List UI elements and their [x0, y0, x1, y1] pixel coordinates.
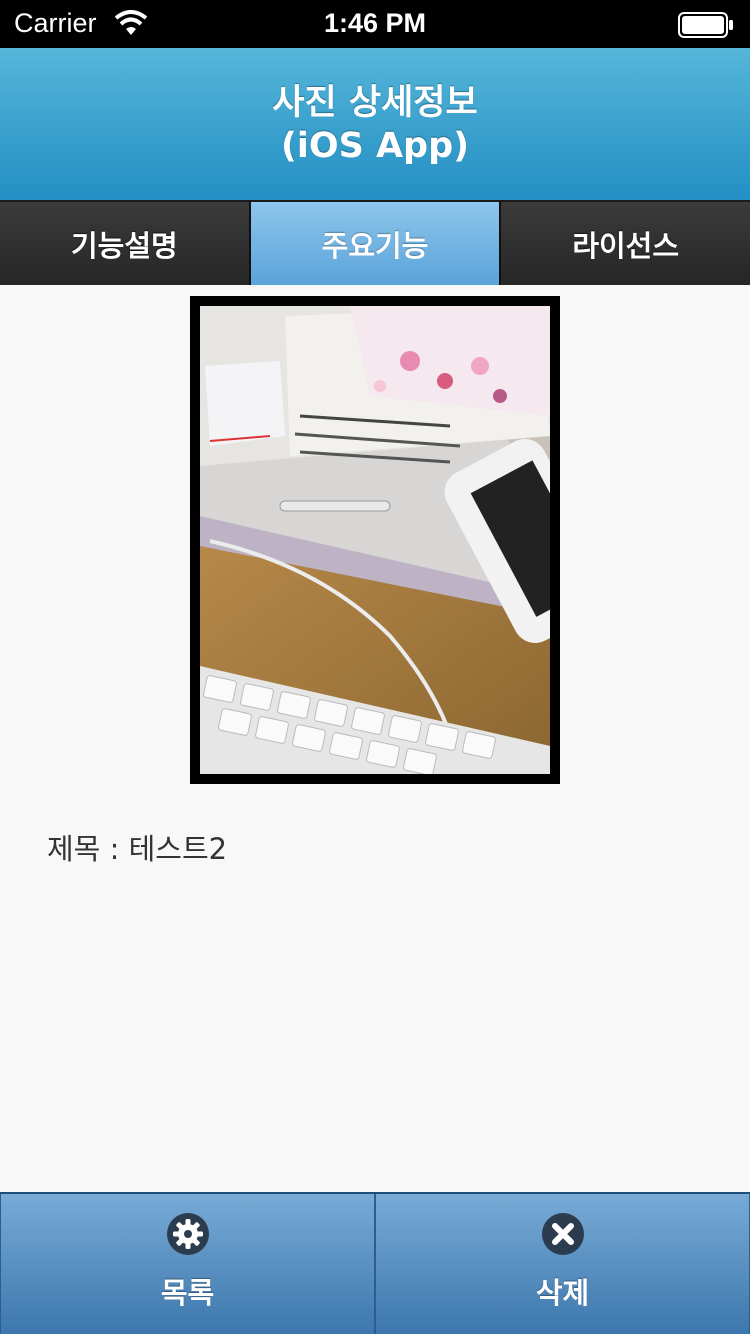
photo-frame: [190, 296, 560, 784]
photo-title: 제목 : 테스트2: [47, 826, 227, 868]
photo-title-value: 테스트2: [128, 832, 228, 866]
list-button[interactable]: 목록: [0, 1194, 375, 1334]
battery-icon: [678, 12, 733, 38]
status-time: 1:46 PM: [323, 8, 427, 38]
tab-main-features[interactable]: 주요기능: [250, 202, 502, 285]
bottom-toolbar: 목록 삭제: [0, 1192, 750, 1334]
gear-icon: [166, 1213, 209, 1255]
delete-button-label: 삭제: [535, 1276, 590, 1310]
tab-feature-description[interactable]: 기능설명: [0, 202, 251, 285]
page-title: 사진 상세정보: [272, 83, 478, 123]
photo-image: [200, 306, 550, 774]
page-header: 사진 상세정보 (iOS App): [0, 48, 750, 200]
delete-button[interactable]: 삭제: [375, 1194, 750, 1334]
list-button-label: 목록: [160, 1276, 215, 1310]
status-bar: Carrier 1:46 PM: [0, 0, 750, 48]
page-subtitle: (iOS App): [280, 126, 470, 166]
tab-bar: 기능설명 주요기능 라이선스: [0, 200, 750, 285]
tab-license[interactable]: 라이선스: [501, 202, 750, 285]
close-icon: [541, 1213, 584, 1255]
photo-title-label: 제목 :: [47, 832, 129, 866]
